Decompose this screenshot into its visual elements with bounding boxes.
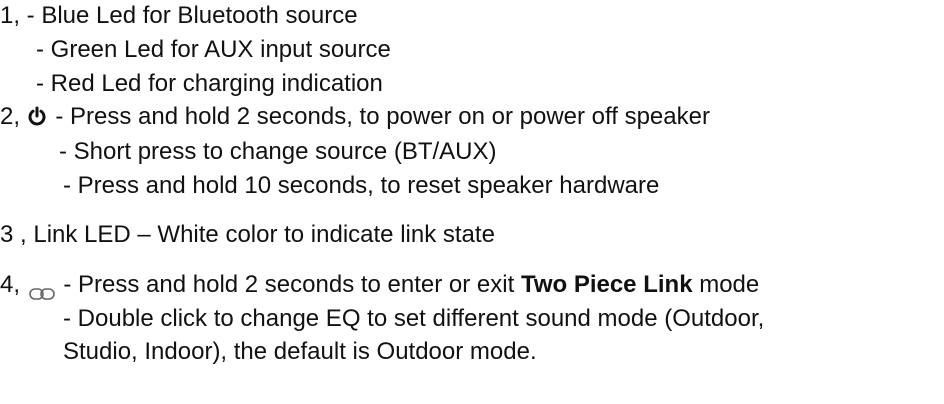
item-2-text-1: - Press and hold 2 seconds, to power on …: [48, 103, 710, 130]
item-2-line-3: - Press and hold 10 seconds, to reset sp…: [63, 172, 660, 199]
item-1-line-2: - Green Led for AUX input source: [36, 36, 391, 63]
item-4-text-1-bold: Two Piece Link: [520, 271, 693, 298]
item-2-line-2: - Short press to change source (BT/AUX): [59, 138, 497, 165]
item-3-text-1: Link LED – White color to indicate link …: [26, 221, 495, 248]
item-1-text-1: - Blue Led for Bluetooth source: [20, 2, 358, 29]
item-4-number: 4,: [0, 271, 21, 298]
item-4-line-1: 4, - Press and hold 2 seconds to enter o…: [0, 270, 759, 300]
item-3-line-1: 3 , Link LED – White color to indicate l…: [0, 220, 495, 250]
item-4-text-1-pre: - Press and hold 2 seconds to enter or e…: [56, 271, 521, 298]
item-2-number: 2,: [0, 103, 21, 130]
item-1-line-1: 1, - Blue Led for Bluetooth source: [0, 1, 358, 31]
item-4-text-1-post: mode: [692, 271, 760, 298]
power-icon: [27, 102, 47, 132]
item-3-number: 3 ,: [0, 221, 27, 248]
item-4-line-3: Studio, Indoor), the default is Outdoor …: [63, 338, 537, 365]
item-2-line-1: 2, - Press and hold 2 seconds, to power …: [0, 102, 710, 132]
item-4-line-2: - Double click to change EQ to set diffe…: [63, 305, 765, 332]
link-icon: [28, 279, 55, 300]
item-1-number: 1,: [0, 2, 21, 29]
item-1-line-3: - Red Led for charging indication: [36, 70, 383, 97]
